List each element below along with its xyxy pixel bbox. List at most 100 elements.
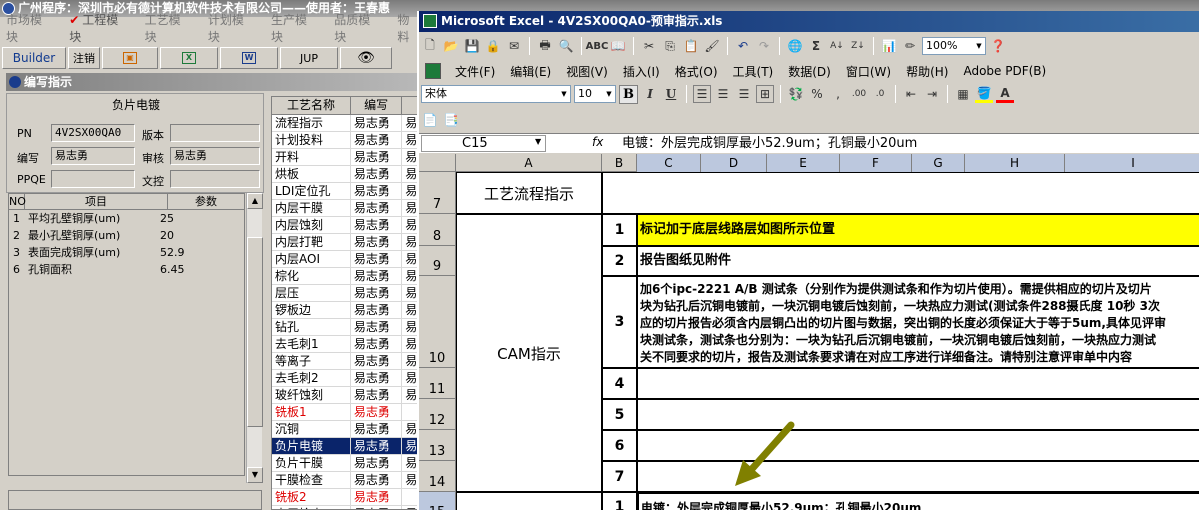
cell-c9[interactable]: 报告图纸见附件 xyxy=(637,246,1199,276)
underline-button[interactable]: U xyxy=(662,85,680,103)
process-row[interactable]: 内层AOI 易志勇易 xyxy=(272,251,420,268)
process-row[interactable]: 铣板2 易志勇 xyxy=(272,489,420,506)
currency-icon[interactable]: 💱 xyxy=(787,85,805,103)
formula-input[interactable]: 电镀：外层完成铜厚最小52.9um；孔铜最小20um xyxy=(622,134,917,153)
help-icon[interactable]: ❓ xyxy=(989,37,1007,55)
column-header-a[interactable]: A xyxy=(456,154,602,172)
process-row[interactable]: 计划投料 易志勇易 xyxy=(272,132,420,149)
bold-button[interactable]: B xyxy=(619,84,638,104)
menu-data[interactable]: 数据(D) xyxy=(788,63,831,80)
scroll-up-icon[interactable]: ▲ xyxy=(247,193,263,209)
process-row[interactable]: 内层干膜 易志勇易 xyxy=(272,200,420,217)
process-row[interactable]: 负片电镀 易志勇易 xyxy=(272,438,420,455)
print-preview-icon[interactable]: 🔍 xyxy=(557,37,575,55)
cell-b10[interactable]: 3 xyxy=(602,276,637,368)
row-header-8[interactable]: 8 xyxy=(419,214,456,246)
column-header-e[interactable]: E xyxy=(767,154,840,172)
font-name-select[interactable]: 宋体 ▼ xyxy=(421,85,571,103)
process-col-writer[interactable]: 编写 xyxy=(351,97,403,114)
cell-c10[interactable]: 加6个ipc-2221 A/B 测试条（分别作为提供测试条和作为切片使用）。需提… xyxy=(637,276,1199,368)
hyperlink-icon[interactable]: 🌐 xyxy=(786,37,804,55)
scroll-thumb[interactable] xyxy=(247,237,263,427)
module-market[interactable]: 市场模块 xyxy=(6,11,51,45)
pdf-convert-icon[interactable]: 📄 xyxy=(421,111,439,129)
column-header-i[interactable]: I xyxy=(1065,154,1199,172)
process-row[interactable]: 钻孔 易志勇易 xyxy=(272,319,420,336)
process-row[interactable]: 玻纤蚀刻 易志勇易 xyxy=(272,387,420,404)
open-folder-icon[interactable]: 📂 xyxy=(442,37,460,55)
process-row[interactable]: 等离子 易志勇易 xyxy=(272,353,420,370)
menu-file[interactable]: 文件(F) xyxy=(455,63,495,80)
drawing-icon[interactable]: ✏ xyxy=(901,37,919,55)
param-col-value[interactable]: 参数 xyxy=(168,194,244,209)
process-row[interactable]: 层压 易志勇易 xyxy=(272,285,420,302)
param-row[interactable]: 6 孔铜面积 6.45 xyxy=(9,261,244,278)
cell-b11[interactable]: 4 xyxy=(602,368,637,399)
decrease-decimal-icon[interactable]: .0 xyxy=(871,85,889,103)
cell-b15[interactable]: 1 xyxy=(602,492,637,510)
column-header-g[interactable]: G xyxy=(912,154,965,172)
cell-b13[interactable]: 6 xyxy=(602,430,637,461)
fill-color-icon[interactable]: 🪣 xyxy=(975,85,993,103)
email-icon[interactable]: ✉ xyxy=(505,37,523,55)
cell-c12[interactable] xyxy=(637,399,1199,430)
autosum-icon[interactable]: Σ xyxy=(807,37,825,55)
report-button[interactable]: ▣ xyxy=(102,47,158,69)
fx-icon[interactable]: fx xyxy=(592,135,603,149)
row-header-12[interactable]: 12 xyxy=(419,399,456,430)
cell-b12[interactable]: 5 xyxy=(602,399,637,430)
percent-icon[interactable]: % xyxy=(808,85,826,103)
module-process[interactable]: 工艺模块 xyxy=(145,11,190,45)
review-field[interactable]: 易志勇 xyxy=(170,147,260,165)
jup-button[interactable]: JUP xyxy=(280,47,338,69)
control-field[interactable] xyxy=(170,170,260,188)
process-row[interactable]: 烘板 易志勇易 xyxy=(272,166,420,183)
process-row[interactable]: 锣板边 易志勇易 xyxy=(272,302,420,319)
process-row[interactable]: 铣板1 易志勇 xyxy=(272,404,420,421)
param-col-item[interactable]: 项目 xyxy=(25,194,168,209)
param-scrollbar[interactable]: ▲ ▼ xyxy=(246,193,263,483)
note-input[interactable] xyxy=(8,490,262,510)
copy-icon[interactable]: ⎘ xyxy=(661,37,679,55)
module-quality[interactable]: 品质模块 xyxy=(334,11,379,45)
menu-view[interactable]: 视图(V) xyxy=(566,63,608,80)
row-header-15[interactable]: 15 xyxy=(419,492,456,510)
menu-adobe-pdf[interactable]: Adobe PDF(B) xyxy=(963,64,1046,78)
row-header-14[interactable]: 14 xyxy=(419,461,456,492)
name-box[interactable]: C15 xyxy=(421,135,546,152)
view-button[interactable]: 👁 xyxy=(340,47,392,69)
process-col-name[interactable]: 工艺名称 xyxy=(272,97,351,114)
increase-decimal-icon[interactable]: .00 xyxy=(850,85,868,103)
process-row[interactable]: 去毛刺1 易志勇易 xyxy=(272,336,420,353)
column-header-c[interactable]: C xyxy=(637,154,701,172)
param-row[interactable]: 2 最小孔壁铜厚(um) 20 xyxy=(9,227,244,244)
cell-c13[interactable] xyxy=(637,430,1199,461)
writer-field[interactable]: 易志勇 xyxy=(51,147,135,165)
comma-style-icon[interactable]: , xyxy=(829,85,847,103)
row-header-10[interactable]: 10 xyxy=(419,276,456,368)
process-row[interactable]: 开料 易志勇易 xyxy=(272,149,420,166)
module-plan[interactable]: 计划模块 xyxy=(208,11,253,45)
process-row[interactable]: 去毛刺2 易志勇易 xyxy=(272,370,420,387)
pdf-email-icon[interactable]: 📑 xyxy=(442,111,460,129)
cell-c15-active[interactable]: 电镀：外层完成铜厚最小52.9um；孔铜最小20um xyxy=(637,492,1199,510)
chart-wizard-icon[interactable]: 📊 xyxy=(880,37,898,55)
process-row[interactable]: 干膜检查 易志勇易 xyxy=(272,472,420,489)
align-center-icon[interactable]: ☰ xyxy=(714,85,732,103)
workbook-icon[interactable] xyxy=(425,63,441,79)
excel-export-button[interactable]: X xyxy=(160,47,218,69)
font-color-icon[interactable]: A xyxy=(996,85,1014,103)
cell-a7[interactable]: 工艺流程指示 xyxy=(456,172,602,214)
save-icon[interactable]: 💾 xyxy=(463,37,481,55)
param-row[interactable]: 1 平均孔壁铜厚(um) 25 xyxy=(9,210,244,227)
cell-b8[interactable]: 1 xyxy=(602,214,637,246)
row-header-13[interactable]: 13 xyxy=(419,430,456,461)
undo-icon[interactable]: ↶ xyxy=(734,37,752,55)
cell-a8-merged[interactable]: CAM指示 xyxy=(456,214,602,492)
cell-c11[interactable] xyxy=(637,368,1199,399)
row-header-9[interactable]: 9 xyxy=(419,246,456,276)
pn-field[interactable]: 4V2SX00QA0 xyxy=(51,124,135,142)
cell-a15[interactable] xyxy=(456,492,602,510)
module-engineering[interactable]: ✔ 工程模块 xyxy=(69,11,126,45)
new-file-icon[interactable]: 🗋 xyxy=(421,37,439,55)
